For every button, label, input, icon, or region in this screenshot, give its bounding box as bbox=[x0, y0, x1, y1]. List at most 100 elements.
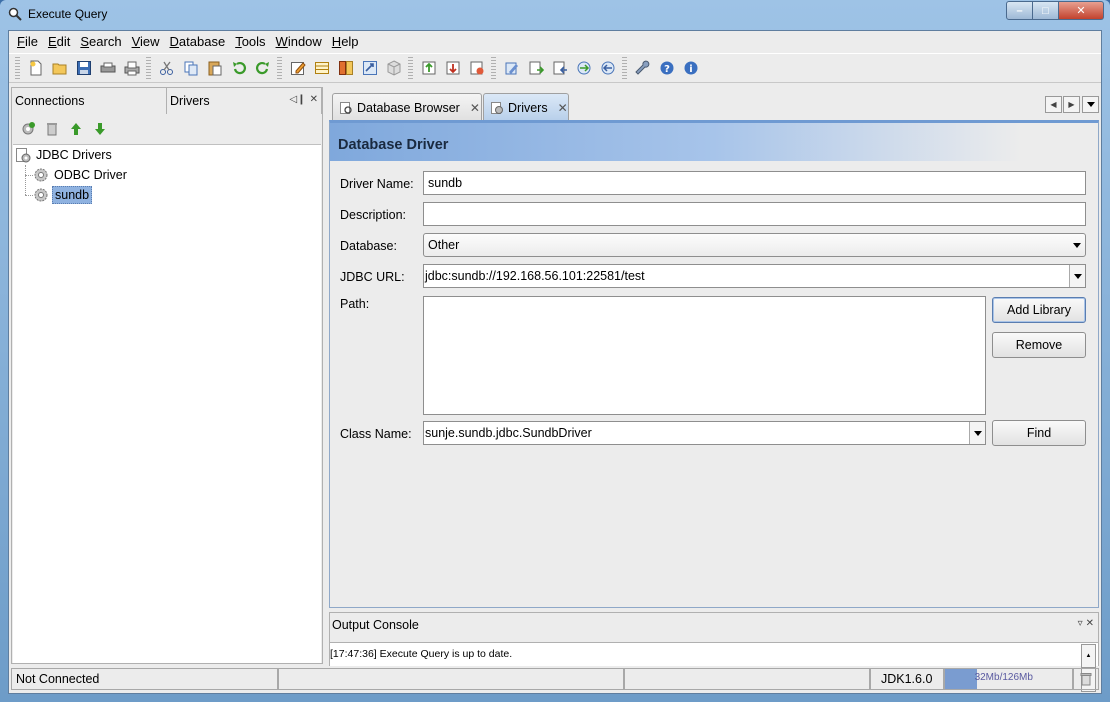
tree-node-odbc-driver[interactable]: ODBC Driver bbox=[33, 165, 129, 185]
erd-icon[interactable] bbox=[500, 56, 524, 80]
export-data-icon[interactable] bbox=[524, 56, 548, 80]
close-tab-icon[interactable]: ✕ bbox=[470, 101, 480, 115]
drivers-toolbar bbox=[12, 116, 322, 142]
help-icon[interactable]: ? bbox=[655, 56, 679, 80]
menu-view[interactable]: View bbox=[127, 32, 165, 52]
compare-icon[interactable] bbox=[572, 56, 596, 80]
print-preview-icon[interactable] bbox=[96, 56, 120, 80]
move-down-icon[interactable] bbox=[90, 119, 110, 139]
app-window: Execute Query – □ ✕ File Edit Search View Da… bbox=[0, 0, 1110, 702]
menu-edit[interactable]: Edit bbox=[43, 32, 75, 52]
menu-mnemonic: H bbox=[331, 34, 342, 49]
description-field[interactable] bbox=[423, 202, 1086, 226]
console-scrollbar[interactable]: ▲ ▼ bbox=[1081, 644, 1096, 692]
driver-panel: Database Driver Driver Name: sundb Descr… bbox=[329, 120, 1099, 608]
close-console-icon[interactable]: ✕ bbox=[1086, 618, 1094, 629]
menu-search[interactable]: Search bbox=[75, 32, 126, 52]
console-output[interactable]: [17:47:36] Execute Query is up to date. … bbox=[330, 642, 1098, 692]
export-down-icon[interactable] bbox=[441, 56, 465, 80]
tab-list-icon[interactable] bbox=[1082, 96, 1099, 113]
database-label: Database: bbox=[340, 239, 397, 253]
close-tab-icon[interactable]: ✕ bbox=[558, 101, 568, 115]
menu-label: ools bbox=[241, 34, 266, 49]
chevron-down-icon[interactable] bbox=[969, 422, 985, 444]
class-name-label: Class Name: bbox=[340, 427, 412, 441]
table-editor-icon[interactable] bbox=[310, 56, 334, 80]
path-list[interactable] bbox=[423, 296, 986, 415]
minimize-button[interactable]: – bbox=[1006, 1, 1033, 20]
menu-tools[interactable]: Tools bbox=[230, 32, 270, 52]
report-icon[interactable] bbox=[465, 56, 489, 80]
add-driver-icon[interactable] bbox=[18, 119, 38, 139]
wrench-icon[interactable] bbox=[631, 56, 655, 80]
driver-name-field[interactable]: sundb bbox=[423, 171, 1086, 195]
copy-icon[interactable] bbox=[179, 56, 203, 80]
cut-icon[interactable] bbox=[155, 56, 179, 80]
menu-label: iew bbox=[140, 34, 160, 49]
tree-node-sundb[interactable]: sundb bbox=[33, 185, 93, 205]
scroll-up-icon[interactable]: ▲ bbox=[1081, 644, 1096, 668]
status-cell-empty bbox=[623, 668, 870, 690]
trash-icon bbox=[1080, 673, 1092, 686]
delete-driver-icon[interactable] bbox=[42, 119, 62, 139]
import-icon[interactable] bbox=[358, 56, 382, 80]
tab-scroll-left-icon[interactable]: ◀ bbox=[1045, 96, 1062, 113]
save-icon[interactable] bbox=[72, 56, 96, 80]
undo-icon[interactable] bbox=[227, 56, 251, 80]
import-data-icon[interactable] bbox=[548, 56, 572, 80]
output-console: Output Console ▿ ✕ [17:47:36] Execute Qu… bbox=[329, 612, 1099, 692]
tab-database-browser[interactable]: Database Browser ✕ bbox=[332, 93, 482, 121]
toolbar-grip[interactable] bbox=[15, 57, 20, 79]
remove-button[interactable]: Remove bbox=[992, 332, 1086, 358]
sync-icon[interactable] bbox=[596, 56, 620, 80]
menu-help[interactable]: Help bbox=[327, 32, 364, 52]
memory-usage-fill bbox=[944, 669, 977, 689]
status-bar: Not Connected JDK1.6.0 32Mb/126Mb bbox=[11, 668, 1099, 692]
menu-mnemonic: F bbox=[17, 34, 25, 49]
jdk-version: JDK1.6.0 bbox=[869, 668, 944, 690]
toolbar-grip[interactable] bbox=[491, 57, 496, 79]
paste-icon[interactable] bbox=[203, 56, 227, 80]
minimize-panel-icon[interactable]: ◁❙ bbox=[290, 94, 306, 105]
menu-file[interactable]: File bbox=[12, 32, 43, 52]
export-up-icon[interactable] bbox=[417, 56, 441, 80]
add-library-button[interactable]: Add Library bbox=[992, 297, 1086, 323]
chevron-down-icon[interactable] bbox=[1069, 265, 1085, 287]
path-label: Path: bbox=[340, 297, 370, 311]
move-up-icon[interactable] bbox=[66, 119, 86, 139]
jdbc-url-combo[interactable]: jdbc:sundb://192.168.56.101:22581/test bbox=[423, 264, 1086, 288]
tab-connections[interactable]: Connections bbox=[12, 88, 167, 114]
open-folder-icon[interactable] bbox=[48, 56, 72, 80]
toolbar-grip[interactable] bbox=[408, 57, 413, 79]
database-select[interactable]: Other bbox=[423, 233, 1086, 257]
tree-node-jdbc-drivers[interactable]: JDBC Drivers bbox=[15, 145, 114, 165]
toolbar-grip[interactable] bbox=[277, 57, 282, 79]
find-button[interactable]: Find bbox=[992, 420, 1086, 446]
class-name-combo[interactable]: sunje.sundb.jdbc.SundbDriver bbox=[423, 421, 986, 445]
chevron-down-icon[interactable] bbox=[1069, 234, 1085, 256]
schema-icon[interactable] bbox=[334, 56, 358, 80]
print-icon[interactable] bbox=[120, 56, 144, 80]
minimize-console-icon[interactable]: ▿ bbox=[1078, 618, 1083, 629]
toolbar-grip[interactable] bbox=[146, 57, 151, 79]
info-icon[interactable]: i bbox=[679, 56, 703, 80]
menu-window[interactable]: Window bbox=[271, 32, 327, 52]
redo-icon[interactable] bbox=[251, 56, 275, 80]
close-panel-icon[interactable]: ✕ bbox=[310, 94, 318, 105]
status-cell-empty bbox=[278, 668, 624, 690]
maximize-button[interactable]: □ bbox=[1033, 1, 1059, 20]
left-panel-tabs: Connections Drivers ◁❙ ✕ bbox=[12, 88, 322, 114]
close-button[interactable]: ✕ bbox=[1059, 1, 1104, 20]
tab-drivers-doc[interactable]: Drivers ✕ bbox=[483, 93, 569, 121]
svg-text:?: ? bbox=[664, 64, 670, 75]
toolbar-grip[interactable] bbox=[622, 57, 627, 79]
edit-query-icon[interactable] bbox=[286, 56, 310, 80]
document-tabs: Database Browser ✕ Drivers ✕ ◀ ▶ bbox=[330, 91, 1099, 121]
cube-icon[interactable] bbox=[382, 56, 406, 80]
tab-scroll-right-icon[interactable]: ▶ bbox=[1063, 96, 1080, 113]
garbage-collect-button[interactable] bbox=[1073, 668, 1099, 690]
menu-database[interactable]: Database bbox=[165, 32, 231, 52]
new-file-icon[interactable] bbox=[24, 56, 48, 80]
driver-panel-header: Database Driver bbox=[330, 123, 1098, 161]
app-client-area: File Edit Search View Database Tools Window Hel… bbox=[8, 30, 1102, 694]
